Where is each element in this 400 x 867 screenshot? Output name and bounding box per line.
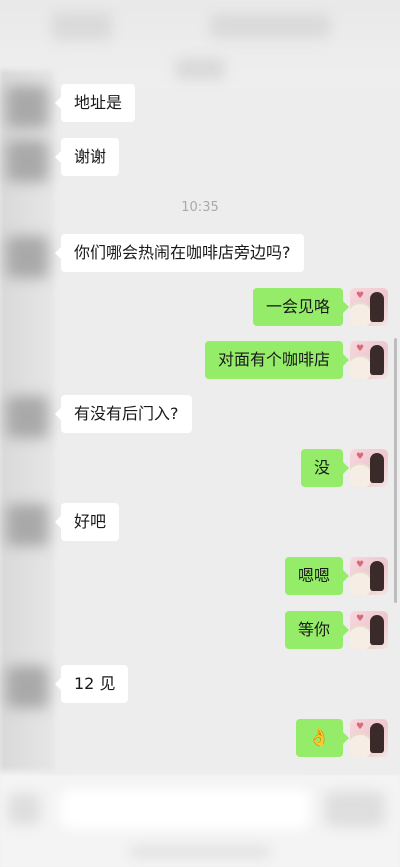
outgoing-message-bubble[interactable]: 等你 — [284, 611, 350, 649]
my-avatar[interactable]: ♥ — [350, 719, 388, 757]
heart-icon: ♥ — [356, 291, 365, 301]
contact-avatar[interactable] — [6, 140, 48, 182]
message-input-bar-blurred — [0, 775, 400, 867]
heart-icon: ♥ — [356, 560, 365, 570]
contact-avatar[interactable] — [6, 396, 48, 438]
back-button-blurred[interactable] — [52, 12, 112, 40]
chat-scrollbar[interactable] — [394, 338, 397, 603]
my-avatar[interactable]: ♥ — [350, 288, 388, 326]
outgoing-message-bubble[interactable]: 对面有个咖啡店 — [204, 341, 350, 379]
outgoing-message-bubble[interactable]: 没 — [300, 449, 350, 487]
outgoing-emoji-bubble[interactable]: 👌 — [295, 719, 350, 757]
contact-avatar[interactable] — [6, 666, 48, 708]
heart-icon: ♥ — [356, 452, 365, 462]
incoming-message-bubble[interactable]: 你们哪会热闹在咖啡店旁边吗? — [55, 234, 304, 272]
ok-hand-emoji-icon: 👌 — [308, 728, 330, 748]
message-input-blurred[interactable] — [60, 789, 310, 829]
my-avatar[interactable]: ♥ — [350, 449, 388, 487]
voice-button-blurred[interactable] — [8, 793, 40, 825]
chat-header-blurred — [0, 0, 400, 88]
home-indicator-blurred — [130, 847, 270, 857]
my-avatar[interactable]: ♥ — [350, 557, 388, 595]
incoming-message-bubble[interactable]: 地址是 — [54, 84, 136, 122]
chat-title-blurred — [210, 14, 330, 38]
contact-avatar[interactable] — [6, 236, 48, 278]
incoming-message-bubble[interactable]: 12 见 — [54, 665, 129, 703]
my-avatar[interactable]: ♥ — [350, 341, 388, 379]
contact-avatar[interactable] — [6, 504, 48, 546]
outgoing-message-bubble[interactable]: 嗯嗯 — [284, 557, 350, 595]
message-timestamp: 10:35 — [181, 200, 219, 215]
incoming-message-bubble[interactable]: 好吧 — [54, 503, 120, 541]
incoming-message-bubble[interactable]: 有没有后门入? — [55, 395, 192, 433]
contact-avatar[interactable] — [6, 86, 48, 128]
my-avatar[interactable]: ♥ — [350, 611, 388, 649]
header-subtitle-blurred — [175, 58, 225, 80]
heart-icon: ♥ — [356, 614, 365, 624]
outgoing-message-bubble[interactable]: 一会见咯 — [252, 288, 350, 326]
send-button-blurred[interactable] — [325, 791, 385, 827]
heart-icon: ♥ — [356, 344, 365, 354]
incoming-message-bubble[interactable]: 谢谢 — [54, 138, 120, 176]
heart-icon: ♥ — [356, 722, 365, 732]
